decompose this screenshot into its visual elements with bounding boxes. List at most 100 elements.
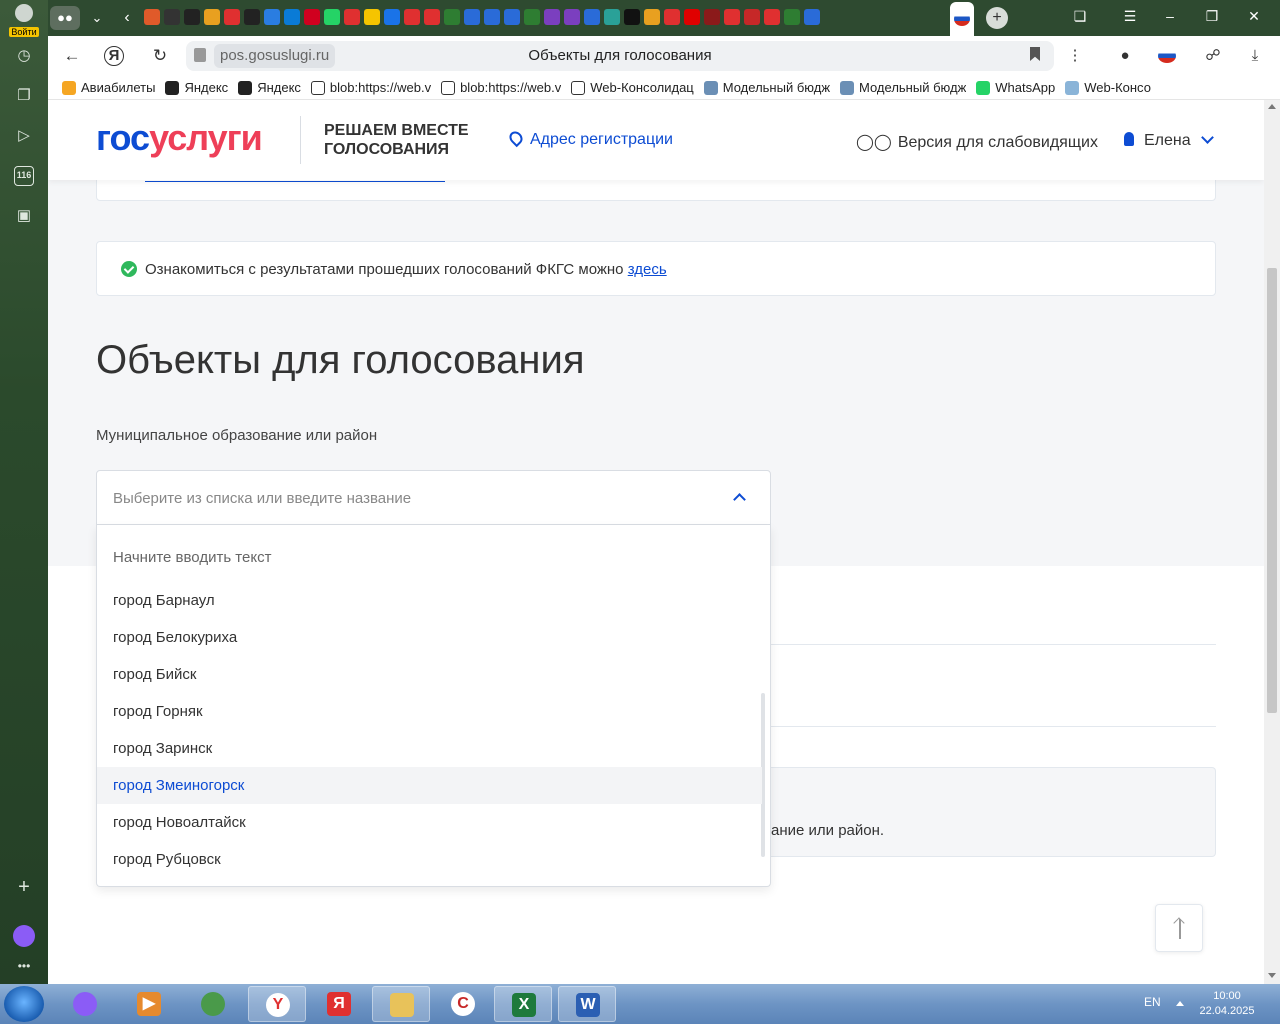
add-panel-icon[interactable]: + — [14, 877, 34, 897]
chevron-up-icon[interactable] — [733, 493, 746, 506]
start-button[interactable] — [4, 986, 44, 1022]
screenshot-icon[interactable]: ▣ — [14, 206, 34, 226]
pinned-tab-favicon-icon[interactable] — [804, 9, 820, 25]
pinned-tab-favicon-icon[interactable] — [524, 9, 540, 25]
cut-off-link[interactable] — [145, 181, 445, 182]
bookmark-item[interactable]: blob:https://web.v — [310, 80, 431, 95]
pinned-tab-favicon-icon[interactable] — [344, 9, 360, 25]
collections-icon[interactable]: ❐ — [14, 86, 34, 106]
bookmark-item[interactable]: Яндекс — [238, 80, 301, 95]
results-link[interactable]: здесь — [628, 261, 667, 278]
pinned-tab-favicon-icon[interactable] — [644, 9, 660, 25]
user-menu[interactable]: Елена — [1124, 131, 1214, 150]
bookmark-item[interactable]: Web-Консолидац — [571, 80, 694, 95]
history-icon[interactable]: ◷ — [14, 46, 34, 66]
pinned-tab-favicon-icon[interactable] — [704, 9, 720, 25]
taskbar-excel[interactable]: X — [494, 986, 552, 1022]
dropdown-option[interactable]: город Заринск — [97, 730, 762, 767]
bookmark-item[interactable]: Модельный бюдж — [840, 80, 966, 95]
extension-flag-icon[interactable] — [1156, 46, 1178, 66]
minimize-button[interactable]: – — [1160, 8, 1180, 24]
bookmark-item[interactable]: blob:https://web.v — [441, 80, 561, 95]
pinned-tab-favicon-icon[interactable] — [224, 9, 240, 25]
dropdown-option[interactable]: город Змеиногорск — [97, 767, 762, 804]
input-language[interactable]: EN — [1144, 995, 1161, 1009]
scroll-tabs-left-icon[interactable]: ‹ — [112, 6, 142, 30]
pinned-tab-favicon-icon[interactable] — [404, 9, 420, 25]
menu-dots-icon[interactable]: ⋮ — [1064, 46, 1086, 66]
bookmark-item[interactable]: Модельный бюдж — [703, 80, 830, 95]
scrollbar-thumb[interactable] — [1267, 268, 1277, 713]
pinned-tab-favicon-icon[interactable] — [304, 9, 320, 25]
scroll-up-icon[interactable] — [1268, 104, 1276, 109]
yandex-home-icon[interactable]: Я — [104, 46, 124, 66]
taskbar-yandex[interactable]: Я — [310, 986, 368, 1022]
new-tab-button[interactable]: + — [986, 7, 1008, 29]
system-clock[interactable]: 10:00 22.04.2025 — [1196, 989, 1258, 1019]
taskbar-security[interactable] — [184, 986, 242, 1022]
more-icon[interactable]: ••• — [14, 956, 34, 976]
extension-puzzle-icon[interactable]: ☍ — [1202, 46, 1224, 66]
dropdown-option[interactable]: город Новоалтайск — [97, 804, 762, 841]
restore-button[interactable]: ❐ — [1202, 8, 1222, 25]
pinned-tab-favicon-icon[interactable] — [544, 9, 560, 25]
login-button[interactable]: Войти — [6, 4, 42, 37]
tabs-menu-chevron-icon[interactable]: ⌄ — [82, 6, 112, 30]
taskbar-alice[interactable] — [56, 986, 114, 1022]
play-icon[interactable]: ▷ — [14, 126, 34, 146]
municipality-combobox[interactable]: Выберите из списка или введите название — [96, 470, 771, 525]
pinned-tab-favicon-icon[interactable] — [424, 9, 440, 25]
bookmark-item[interactable]: Авиабилеты — [62, 80, 155, 95]
scroll-to-top-button[interactable] — [1155, 904, 1203, 952]
bookmark-item[interactable]: Яндекс — [165, 80, 228, 95]
pinned-tab-favicon-icon[interactable] — [204, 9, 220, 25]
dropdown-option[interactable]: город Рубцовск — [97, 841, 762, 878]
dropdown-option[interactable]: город Бийск — [97, 656, 762, 693]
tray-expand-icon[interactable] — [1176, 1001, 1184, 1006]
notifications-icon[interactable]: ☰ — [1120, 8, 1140, 25]
taskbar-yandex-browser[interactable]: Y — [248, 986, 306, 1022]
reload-button[interactable]: ↻ — [148, 45, 172, 67]
pinned-tab-favicon-icon[interactable] — [324, 9, 340, 25]
pinned-tab-favicon-icon[interactable] — [284, 9, 300, 25]
registration-address-link[interactable]: Адрес регистрации — [506, 128, 673, 149]
extension-mushroom-icon[interactable]: ● — [1114, 46, 1136, 66]
gosuslugi-logo[interactable]: госуслуги — [96, 117, 263, 159]
omnibox-domain[interactable]: pos.gosuslugi.ru — [214, 44, 336, 68]
bookmark-icon[interactable] — [1030, 47, 1040, 61]
taskbar-media-player[interactable]: ▶ — [120, 986, 178, 1022]
pinned-tab-favicon-icon[interactable] — [464, 9, 480, 25]
omnibox[interactable]: pos.gosuslugi.ru Объекты для голосования — [186, 41, 1054, 71]
close-window-button[interactable]: ✕ — [1244, 8, 1264, 25]
pinned-tab-favicon-icon[interactable] — [744, 9, 760, 25]
pinned-tab-favicon-icon[interactable] — [564, 9, 580, 25]
tab-collections-icon[interactable]: ❏ — [1070, 8, 1090, 25]
sidebar-badge-icon[interactable]: 116 — [14, 166, 34, 186]
pinned-tab-favicon-icon[interactable] — [504, 9, 520, 25]
scroll-down-icon[interactable] — [1268, 973, 1276, 978]
pinned-tab-favicon-icon[interactable] — [144, 9, 160, 25]
pinned-tab-favicon-icon[interactable] — [244, 9, 260, 25]
low-vision-link[interactable]: ◯◯ Версия для слабовидящих — [856, 132, 1098, 152]
pinned-tab-favicon-icon[interactable] — [664, 9, 680, 25]
pinned-tab-favicon-icon[interactable] — [624, 9, 640, 25]
pinned-tab-favicon-icon[interactable] — [724, 9, 740, 25]
dropdown-option[interactable]: город Белокуриха — [97, 619, 762, 656]
taskbar-explorer[interactable] — [372, 986, 430, 1022]
bookmark-item[interactable]: Web-Консо — [1065, 80, 1151, 95]
page-scrollbar[interactable] — [1264, 100, 1280, 984]
active-tab[interactable] — [950, 2, 974, 36]
pinned-tab-favicon-icon[interactable] — [604, 9, 620, 25]
tab-groups-icon[interactable]: ●● — [50, 6, 80, 30]
pinned-tab-favicon-icon[interactable] — [364, 9, 380, 25]
dropdown-option[interactable]: город Горняк — [97, 693, 762, 730]
dropdown-option[interactable]: город Барнаул — [97, 582, 762, 619]
pinned-tab-favicon-icon[interactable] — [764, 9, 780, 25]
pinned-tab-favicon-icon[interactable] — [684, 9, 700, 25]
alice-assistant-icon[interactable] — [13, 925, 35, 947]
pinned-tab-favicon-icon[interactable] — [384, 9, 400, 25]
pinned-tab-favicon-icon[interactable] — [164, 9, 180, 25]
taskbar-word[interactable]: W — [558, 986, 616, 1022]
pinned-tab-favicon-icon[interactable] — [784, 9, 800, 25]
taskbar-c-app[interactable]: C — [434, 986, 492, 1022]
